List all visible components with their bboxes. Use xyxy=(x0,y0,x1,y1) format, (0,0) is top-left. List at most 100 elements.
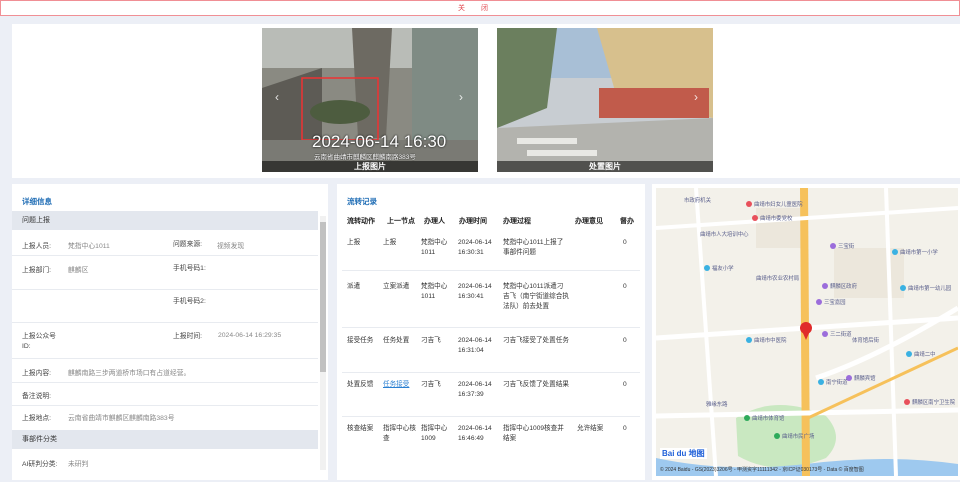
flow-cell: 立案派遣 xyxy=(383,283,410,290)
flow-cell: 上报 xyxy=(347,239,361,246)
flow-cell: 梵指中心1011派遣刁吉飞（南宁街道综合执法队）前去处置 xyxy=(503,283,569,310)
flow-header: 办理意见 xyxy=(575,218,603,225)
map-poi[interactable]: 曲靖市妇女儿童医院 xyxy=(746,200,803,208)
disposal-photo-image xyxy=(497,28,713,172)
detail-panel: 详细信息 问题上报 上报人员: 梵指中心1011 问题来源: 视频发现 上报部门… xyxy=(12,184,328,480)
next-arrow-icon[interactable]: › xyxy=(691,90,701,104)
map-poi[interactable]: 麒麟区政府 xyxy=(822,282,857,290)
flow-cell: 核查结案 xyxy=(347,425,374,432)
flow-cell: 梵指中心1011 xyxy=(421,239,448,256)
flow-header: 办理人 xyxy=(424,218,445,225)
flow-cell: 0 xyxy=(623,283,627,290)
source-value: 视频发现 xyxy=(217,243,245,250)
report-photo-caption: 上报图片 xyxy=(262,161,478,172)
map-poi[interactable]: 三二街道 xyxy=(822,330,852,338)
map-poi[interactable]: 曲靖市民广场 xyxy=(774,432,814,440)
flow-cell: 处置反馈 xyxy=(347,381,374,388)
report-photo[interactable]: ‹ › 2024-06-14 16:30 云南省曲靖市麒麟区麒麟南路383号 上… xyxy=(262,28,478,172)
time-label: 上报时间: xyxy=(173,333,203,340)
flow-cell: 0 xyxy=(623,381,627,388)
group-report: 问题上报 xyxy=(12,211,318,230)
flow-header: 流转动作 xyxy=(347,218,375,225)
map-poi[interactable]: 三宝嘉园 xyxy=(816,298,846,306)
divider xyxy=(342,270,640,271)
time-value: 2024-06-14 16:29:35 xyxy=(218,332,282,339)
place-label: 上报地点: xyxy=(22,415,52,422)
group-class: 事部件分类 xyxy=(12,430,318,449)
flow-cell: 上报 xyxy=(383,239,397,246)
scrollbar-thumb[interactable] xyxy=(320,222,326,372)
divider xyxy=(342,372,640,373)
map-poi[interactable]: 体育馆后街 xyxy=(852,336,879,344)
map-poi[interactable]: 曲靖市人大培训中心 xyxy=(700,230,749,238)
map-poi[interactable]: 曲靖二中 xyxy=(906,350,936,358)
flow-header: 办理时间 xyxy=(459,218,487,225)
map-panel: 市政府机关 曲靖市委党校 曲靖市妇女儿童医院 曲靖市人大培训中心 曲靖市第一小学… xyxy=(652,184,960,480)
disposal-photo-caption: 处置图片 xyxy=(497,161,713,172)
map-poi[interactable]: 三宝街 xyxy=(830,242,854,250)
phone1-label: 手机号码1: xyxy=(173,265,206,272)
flow-cell: 刁吉飞 xyxy=(421,381,441,388)
detail-title: 详细信息 xyxy=(22,197,52,206)
map-poi[interactable]: 福友小学 xyxy=(704,264,734,272)
flow-cell: 0 xyxy=(623,239,627,246)
map-poi[interactable]: 曲靖市第一幼儿园 xyxy=(900,284,951,292)
map-poi[interactable]: 曲靖市农业农村局 xyxy=(756,274,799,282)
reporter-label: 上报人员: xyxy=(22,243,52,250)
flow-cell: 2024-06-14 16:30:41 xyxy=(458,283,492,300)
top-bar: 关闭 xyxy=(0,0,960,16)
map-poi[interactable]: 南宁街道 xyxy=(818,378,848,386)
map-poi[interactable]: 麒麟区南宁卫生院 xyxy=(904,398,955,406)
public-id-label: 上报公众号ID: xyxy=(22,333,56,350)
divider xyxy=(12,255,318,256)
remark-label: 备注说明: xyxy=(22,393,52,400)
flow-cell: 接受任务 xyxy=(347,337,374,344)
map-poi[interactable]: 曲靖市第一小学 xyxy=(892,248,938,256)
divider xyxy=(12,382,318,383)
flow-header: 上一节点 xyxy=(387,218,415,225)
source-label: 问题来源: xyxy=(173,241,203,248)
prev-arrow-icon[interactable]: ‹ xyxy=(272,90,282,104)
ai-label: AI研判分类: xyxy=(22,461,58,468)
flow-cell: 2024-06-14 16:30:31 xyxy=(458,239,492,256)
next-arrow-icon[interactable]: › xyxy=(456,90,466,104)
flow-cell: 刁吉飞 xyxy=(421,337,441,344)
ai-value: 未研判 xyxy=(68,461,89,468)
phone2-label: 手机号码2: xyxy=(173,298,206,305)
map-poi[interactable]: 麒麟宾馆 xyxy=(846,374,876,382)
flow-cell: 任务处置 xyxy=(383,337,410,344)
dept-value: 麒麟区 xyxy=(68,267,89,274)
map-copyright: © 2024 Baidu - GS(2023)3206号 - 甲测资字11111… xyxy=(660,467,864,473)
flow-cell: 指挥中心1009核查并结案 xyxy=(503,425,564,442)
baidu-map-logo: Bai du 地图 xyxy=(660,448,707,459)
detail-scrollbar[interactable] xyxy=(320,216,326,470)
divider xyxy=(12,322,318,323)
flow-header: 督办 xyxy=(620,218,634,225)
content-value: 麒麟南路三步两道桥市场口有占道经营。 xyxy=(68,370,191,377)
flow-cell: 梵指中心1011 xyxy=(421,283,448,300)
flow-cell: 派遣 xyxy=(347,283,361,290)
flow-cell: 刁吉飞接受了处置任务 xyxy=(503,337,569,344)
disposal-photo[interactable]: › 处置图片 xyxy=(497,28,713,172)
content-label: 上报内容: xyxy=(22,370,52,377)
location-map[interactable]: 市政府机关 曲靖市委党校 曲靖市妇女儿童医院 曲靖市人大培训中心 曲靖市第一小学… xyxy=(656,188,958,476)
flow-title: 流转记录 xyxy=(347,197,377,206)
divider xyxy=(12,289,318,290)
map-poi[interactable]: 曲靖市体育馆 xyxy=(744,414,784,422)
flow-cell: 刁吉飞反馈了处置结果 xyxy=(503,381,569,388)
divider xyxy=(12,405,318,406)
photo-address: 云南省曲靖市麒麟区麒麟南路383号 xyxy=(314,154,416,161)
reporter-value: 梵指中心1011 xyxy=(68,243,110,250)
map-poi[interactable]: 市政府机关 xyxy=(684,196,711,204)
divider xyxy=(342,416,640,417)
map-poi[interactable]: 曲靖市中医院 xyxy=(746,336,786,344)
divider xyxy=(342,327,640,328)
flow-cell: 梵指中心1011上报了事部件问题 xyxy=(503,239,564,256)
flow-prev-node-link[interactable]: 任务接受 xyxy=(383,380,417,390)
flow-header: 办理过程 xyxy=(503,218,531,225)
close-button[interactable]: 关闭 xyxy=(451,3,511,13)
flow-cell: 2024-06-14 16:37:39 xyxy=(458,381,492,398)
flow-cell: 2024-06-14 16:46:49 xyxy=(458,425,492,442)
map-poi[interactable]: 雅缘东路 xyxy=(706,400,728,408)
map-poi[interactable]: 曲靖市委党校 xyxy=(752,214,792,222)
